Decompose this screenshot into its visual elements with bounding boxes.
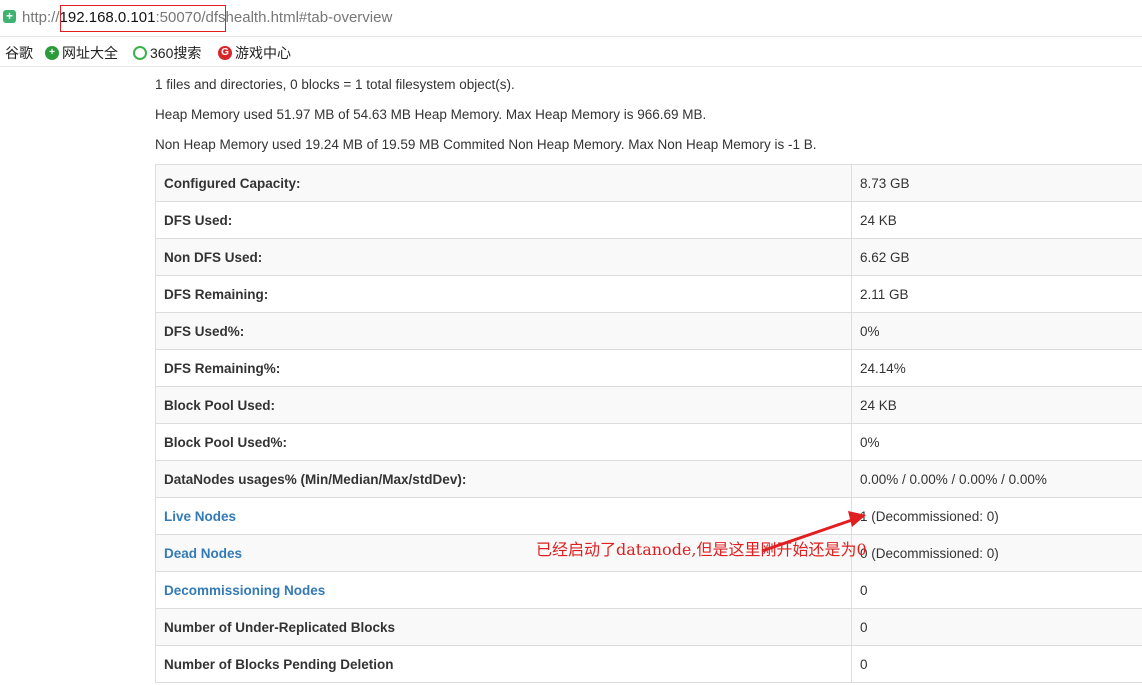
row-key: Block Pool Used%: bbox=[155, 423, 852, 461]
summary-non-heap-memory: Non Heap Memory used 19.24 MB of 19.59 M… bbox=[155, 137, 817, 152]
table-row: Number of Under-Replicated Blocks 0 bbox=[155, 608, 1142, 646]
table-row: Decommissioning Nodes 0 bbox=[155, 571, 1142, 609]
row-key: Non DFS Used: bbox=[155, 238, 852, 276]
overview-table: Configured Capacity: 8.73 GB DFS Used: 24 … bbox=[155, 164, 1142, 683]
bookmark-game-center[interactable]: G 游戏中心 bbox=[218, 43, 291, 63]
table-row: Block Pool Used: 24 KB bbox=[155, 386, 1142, 424]
table-row: DFS Used: 24 KB bbox=[155, 201, 1142, 239]
game-center-icon: G bbox=[218, 46, 232, 60]
row-value: 6.62 GB bbox=[851, 238, 1142, 276]
bookmark-url-directory[interactable]: + 网址大全 bbox=[45, 43, 118, 63]
summary-heap-memory: Heap Memory used 51.97 MB of 54.63 MB He… bbox=[155, 107, 707, 122]
row-value: 0 (Decommissioned: 0) bbox=[851, 534, 1142, 572]
row-key: Block Pool Used: bbox=[155, 386, 852, 424]
table-row: Block Pool Used%: 0% bbox=[155, 423, 1142, 461]
address-bar[interactable]: + http://192.168.0.101:50070/dfshealth.h… bbox=[0, 0, 1142, 37]
annotation-text: 已经启动了datanode,但是这里刚开始还是为0 bbox=[536, 540, 867, 559]
row-key: DFS Remaining: bbox=[155, 275, 852, 313]
row-value: 0 bbox=[851, 645, 1142, 683]
secure-site-icon: + bbox=[3, 10, 16, 23]
bookmark-label: 谷歌 bbox=[5, 45, 33, 61]
bookmarks-bar: 谷歌 + 网址大全 360搜索 G 游戏中心 bbox=[0, 37, 1142, 67]
url-highlight-box bbox=[60, 5, 226, 32]
table-row: Live Nodes 1 (Decommissioned: 0) bbox=[155, 497, 1142, 535]
table-row: DFS Used%: 0% bbox=[155, 312, 1142, 350]
table-row: Number of Blocks Pending Deletion 0 bbox=[155, 645, 1142, 683]
row-key: Configured Capacity: bbox=[155, 164, 852, 202]
row-value: 24 KB bbox=[851, 386, 1142, 424]
url-path: /dfshealth.html#tab-overview bbox=[201, 9, 393, 26]
row-value: 24 KB bbox=[851, 201, 1142, 239]
360-search-icon bbox=[133, 46, 147, 60]
table-row: Configured Capacity: 8.73 GB bbox=[155, 164, 1142, 202]
row-value: 24.14% bbox=[851, 349, 1142, 387]
row-value: 0 bbox=[851, 608, 1142, 646]
summary-files: 1 files and directories, 0 blocks = 1 to… bbox=[155, 77, 515, 92]
row-key: Number of Under-Replicated Blocks bbox=[155, 608, 852, 646]
bookmark-label: 360搜索 bbox=[150, 45, 202, 61]
table-row: DataNodes usages% (Min/Median/Max/stdDev… bbox=[155, 460, 1142, 498]
row-key: Number of Blocks Pending Deletion bbox=[155, 645, 852, 683]
url-scheme: http:// bbox=[22, 9, 60, 26]
bookmark-label: 网址大全 bbox=[62, 45, 118, 61]
row-value: 0.00% / 0.00% / 0.00% / 0.00% bbox=[851, 460, 1142, 498]
row-value: 0 bbox=[851, 571, 1142, 609]
live-nodes-link[interactable]: Live Nodes bbox=[155, 497, 852, 535]
bookmark-google[interactable]: 谷歌 bbox=[5, 43, 33, 63]
decommissioning-nodes-link[interactable]: Decommissioning Nodes bbox=[155, 571, 852, 609]
row-key: DFS Used%: bbox=[155, 312, 852, 350]
row-value: 8.73 GB bbox=[851, 164, 1142, 202]
row-key: DFS Used: bbox=[155, 201, 852, 239]
row-value: 0% bbox=[851, 312, 1142, 350]
row-key: DataNodes usages% (Min/Median/Max/stdDev… bbox=[155, 460, 852, 498]
table-row: Non DFS Used: 6.62 GB bbox=[155, 238, 1142, 276]
row-value: 1 (Decommissioned: 0) bbox=[851, 497, 1142, 535]
bookmark-360-search[interactable]: 360搜索 bbox=[133, 43, 201, 63]
row-value: 0% bbox=[851, 423, 1142, 461]
plus-circle-icon: + bbox=[45, 46, 59, 60]
row-key: DFS Remaining%: bbox=[155, 349, 852, 387]
table-row: DFS Remaining: 2.11 GB bbox=[155, 275, 1142, 313]
table-row: DFS Remaining%: 24.14% bbox=[155, 349, 1142, 387]
bookmark-label: 游戏中心 bbox=[235, 45, 291, 61]
row-value: 2.11 GB bbox=[851, 275, 1142, 313]
